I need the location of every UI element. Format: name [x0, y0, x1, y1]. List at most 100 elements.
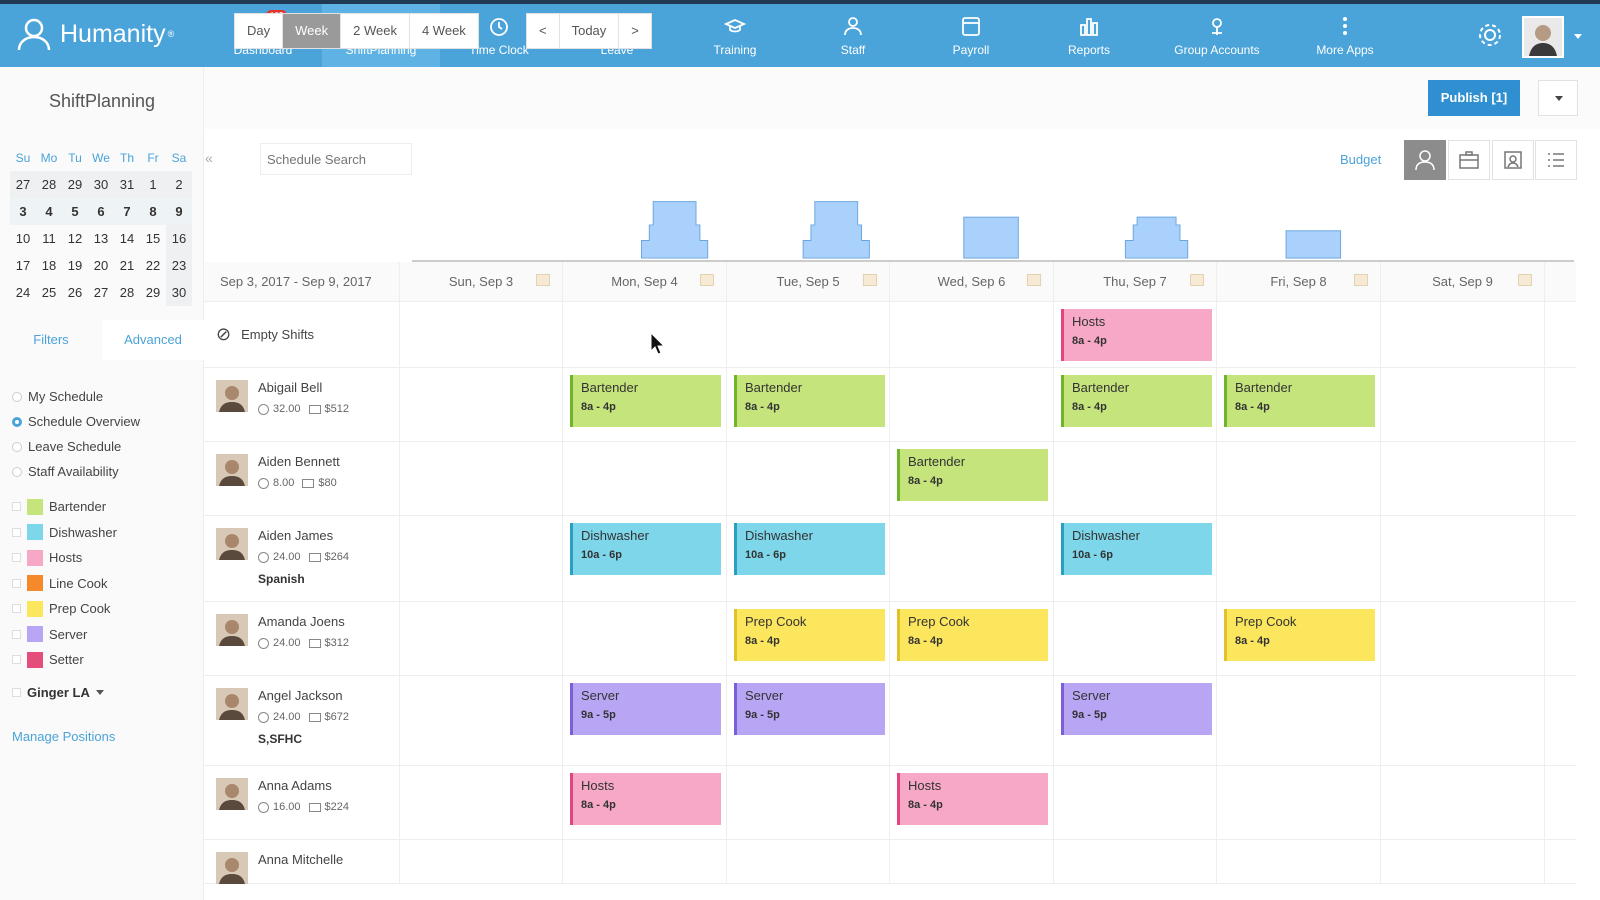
view-4-week-button[interactable]: 4 Week [410, 14, 478, 48]
view-week-button[interactable]: Week [283, 14, 342, 48]
radio-button[interactable] [12, 391, 22, 402]
profile-caret-icon[interactable] [1574, 34, 1582, 39]
day-cell[interactable]: Bartender 8a - 4p [563, 368, 727, 441]
calendar-day[interactable]: 1 [140, 171, 166, 198]
calendar-day[interactable]: 20 [88, 252, 114, 279]
position-checkbox[interactable] [12, 604, 21, 614]
day-cell[interactable]: Server 9a - 5p [563, 676, 727, 765]
shift-block[interactable]: Prep Cook 8a - 4p [734, 609, 885, 661]
view-day-button[interactable]: Day [235, 14, 284, 48]
calendar-day[interactable]: 30 [88, 171, 114, 198]
day-cell[interactable]: Hosts 8a - 4p [890, 766, 1054, 839]
day-cell[interactable]: Server 9a - 5p [727, 676, 890, 765]
next-week-button[interactable]: > [619, 14, 651, 48]
day-note-icon[interactable] [1354, 274, 1368, 286]
calendar-day[interactable]: 22 [140, 252, 166, 279]
day-header[interactable]: Fri, Sep 8 [1217, 262, 1381, 301]
day-cell[interactable] [563, 840, 727, 883]
nav-payroll[interactable]: Payroll [912, 4, 1030, 67]
collapse-sidebar-icon[interactable]: « [205, 150, 219, 170]
day-cell[interactable] [563, 602, 727, 675]
employee-info[interactable]: Anna Mitchelle [204, 840, 400, 884]
position-filter-server[interactable]: Server [12, 622, 117, 648]
calendar-day[interactable]: 30 [166, 279, 192, 306]
calendar-day[interactable]: 13 [88, 225, 114, 252]
location-view-button[interactable] [1492, 140, 1534, 180]
calendar-day[interactable]: 11 [36, 225, 62, 252]
position-filter-setter[interactable]: Setter [12, 647, 117, 673]
location-checkbox[interactable] [12, 688, 21, 697]
day-cell[interactable] [890, 302, 1054, 367]
calendar-day[interactable]: 27 [88, 279, 114, 306]
position-checkbox[interactable] [12, 655, 21, 665]
calendar-day[interactable]: 29 [140, 279, 166, 306]
day-cell[interactable] [400, 368, 563, 441]
day-cell[interactable] [727, 302, 890, 367]
day-cell[interactable] [1381, 676, 1545, 765]
position-filter-line-cook[interactable]: Line Cook [12, 571, 117, 597]
tab-advanced[interactable]: Advanced [102, 320, 204, 360]
calendar-day[interactable]: 9 [166, 198, 192, 225]
publish-button[interactable]: Publish [1] [1428, 80, 1520, 116]
shift-block[interactable]: Bartender 8a - 4p [570, 375, 721, 427]
day-cell[interactable]: Dishwasher 10a - 6p [727, 516, 890, 601]
day-cell[interactable] [1381, 302, 1545, 367]
employee-info[interactable]: Amanda Joens 24.00 $312 [204, 602, 400, 675]
day-note-icon[interactable] [700, 274, 714, 286]
calendar-day[interactable]: 15 [140, 225, 166, 252]
calendar-day[interactable]: 24 [10, 279, 36, 306]
shift-block[interactable]: Server 9a - 5p [1061, 683, 1212, 735]
view-option-staff-availability[interactable]: Staff Availability [12, 459, 140, 484]
day-cell[interactable]: Dishwasher 10a - 6p [1054, 516, 1217, 601]
view-2-week-button[interactable]: 2 Week [341, 14, 410, 48]
day-header[interactable]: Thu, Sep 7 [1054, 262, 1217, 301]
day-note-icon[interactable] [1518, 274, 1532, 286]
shift-block[interactable]: Bartender 8a - 4p [734, 375, 885, 427]
shift-block[interactable]: Prep Cook 8a - 4p [1224, 609, 1375, 661]
day-cell[interactable] [400, 302, 563, 367]
employee-info[interactable]: Angel Jackson 24.00 $672 S,SFHC [204, 676, 400, 765]
calendar-day[interactable]: 21 [114, 252, 140, 279]
day-cell[interactable] [1217, 766, 1381, 839]
humanity-logo[interactable]: Humanity ® [16, 16, 174, 52]
day-cell[interactable]: Prep Cook 8a - 4p [890, 602, 1054, 675]
profile-avatar[interactable] [1522, 16, 1564, 58]
calendar-day[interactable]: 8 [140, 198, 166, 225]
day-note-icon[interactable] [1190, 274, 1204, 286]
calendar-day[interactable]: 2 [166, 171, 192, 198]
day-cell[interactable]: Hosts 8a - 4p [563, 766, 727, 839]
shift-block[interactable]: Prep Cook 8a - 4p [897, 609, 1048, 661]
day-header[interactable]: Tue, Sep 5 [727, 262, 890, 301]
tab-filters[interactable]: Filters [0, 320, 102, 360]
position-filter-hosts[interactable]: Hosts [12, 545, 117, 571]
shift-block[interactable]: Bartender 8a - 4p [1061, 375, 1212, 427]
calendar-day[interactable]: 19 [62, 252, 88, 279]
day-cell[interactable] [1217, 516, 1381, 601]
calendar-day[interactable]: 25 [36, 279, 62, 306]
calendar-day[interactable]: 23 [166, 252, 192, 279]
day-note-icon[interactable] [1027, 274, 1041, 286]
day-cell[interactable] [400, 676, 563, 765]
radio-button[interactable] [12, 466, 22, 477]
calendar-day[interactable]: 17 [10, 252, 36, 279]
calendar-day[interactable]: 28 [36, 171, 62, 198]
list-view-button[interactable] [1535, 140, 1577, 180]
day-cell[interactable] [1054, 766, 1217, 839]
calendar-day[interactable]: 29 [62, 171, 88, 198]
day-cell[interactable]: Dishwasher 10a - 6p [563, 516, 727, 601]
day-cell[interactable] [1054, 840, 1217, 883]
employee-info[interactable]: Aiden James 24.00 $264 Spanish [204, 516, 400, 601]
day-cell[interactable]: Prep Cook 8a - 4p [727, 602, 890, 675]
shift-block[interactable]: Hosts 8a - 4p [897, 773, 1048, 825]
day-cell[interactable]: Bartender 8a - 4p [1217, 368, 1381, 441]
calendar-day[interactable]: 31 [114, 171, 140, 198]
calendar-day[interactable]: 4 [36, 198, 62, 225]
day-header[interactable]: Mon, Sep 4 [563, 262, 727, 301]
shift-block[interactable]: Server 9a - 5p [734, 683, 885, 735]
day-cell[interactable] [1381, 368, 1545, 441]
calendar-day[interactable]: 16 [166, 225, 192, 252]
position-checkbox[interactable] [12, 527, 21, 537]
day-cell[interactable] [563, 442, 727, 515]
day-cell[interactable]: Bartender 8a - 4p [890, 442, 1054, 515]
calendar-day[interactable]: 26 [62, 279, 88, 306]
